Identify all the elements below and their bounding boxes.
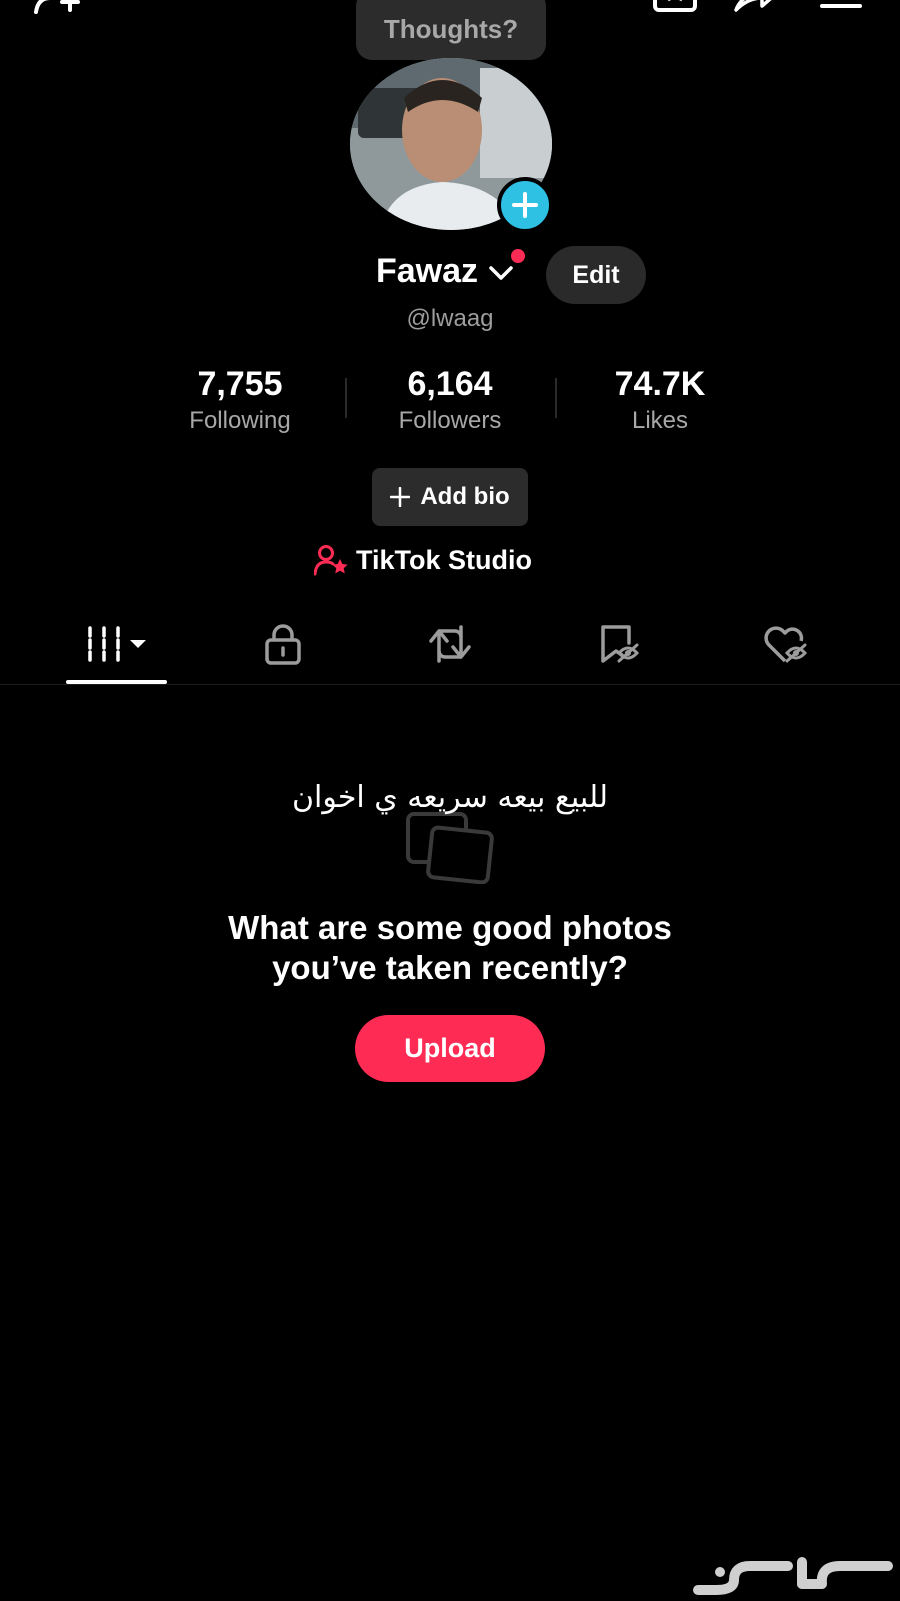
stat-label: Followers bbox=[398, 407, 502, 434]
photo-placeholder-icon bbox=[406, 812, 494, 884]
plus-icon bbox=[512, 192, 538, 218]
share-icon[interactable] bbox=[732, 0, 778, 14]
favorites-icon bbox=[601, 625, 640, 663]
chevron-down-icon[interactable] bbox=[488, 264, 514, 282]
lock-icon bbox=[265, 624, 301, 665]
add-friend-icon[interactable] bbox=[34, 0, 80, 14]
tab-private[interactable] bbox=[250, 618, 316, 670]
tab-reposts[interactable] bbox=[417, 618, 483, 670]
creator-tools-icon[interactable] bbox=[652, 0, 698, 14]
tab-videos[interactable] bbox=[66, 618, 167, 670]
stat-following[interactable]: 7,755 Following bbox=[140, 362, 340, 436]
studio-person-star-icon bbox=[314, 545, 348, 576]
repost-icon bbox=[429, 625, 471, 663]
overlay-caption: للبيع بيعه سريعه ي اخوان bbox=[291, 780, 609, 815]
haraj-watermark-logo bbox=[693, 1557, 893, 1595]
stat-value: 74.7K bbox=[614, 365, 706, 403]
stat-likes[interactable]: 74.7K Likes bbox=[560, 362, 760, 436]
stat-label: Following bbox=[189, 407, 291, 434]
add-avatar-button[interactable] bbox=[497, 177, 553, 233]
stat-divider bbox=[555, 378, 557, 418]
tabs-divider bbox=[0, 684, 900, 685]
stat-followers[interactable]: 6,164 Followers bbox=[350, 362, 550, 436]
tiktok-studio-link[interactable]: TikTok Studio bbox=[314, 540, 532, 580]
edit-profile-button[interactable]: Edit bbox=[546, 246, 646, 304]
display-name[interactable]: Fawaz bbox=[376, 252, 478, 291]
videos-grid-icon bbox=[87, 626, 146, 662]
thoughts-bubble[interactable]: Thoughts? bbox=[356, 0, 546, 60]
empty-state-line: What are some good photos bbox=[228, 909, 672, 946]
plus-icon bbox=[390, 487, 411, 507]
stat-divider bbox=[345, 378, 347, 418]
menu-icon[interactable] bbox=[820, 0, 866, 14]
upload-button[interactable]: Upload bbox=[355, 1015, 545, 1082]
stat-value: 7,755 bbox=[197, 365, 283, 403]
tab-liked[interactable] bbox=[753, 618, 819, 670]
empty-state-line: you’ve taken recently? bbox=[272, 949, 628, 986]
username-handle: @lwaag bbox=[406, 305, 494, 332]
liked-icon bbox=[764, 626, 808, 663]
empty-state-message: What are some good photos you’ve taken r… bbox=[150, 908, 750, 988]
stat-label: Likes bbox=[631, 407, 689, 434]
tab-favorites[interactable] bbox=[586, 618, 652, 670]
add-bio-button[interactable]: Add bio bbox=[372, 468, 528, 526]
tiktok-studio-label: TikTok Studio bbox=[356, 544, 533, 575]
add-bio-label: Add bio bbox=[420, 483, 510, 510]
notification-dot bbox=[511, 249, 525, 263]
stat-value: 6,164 bbox=[407, 365, 493, 403]
